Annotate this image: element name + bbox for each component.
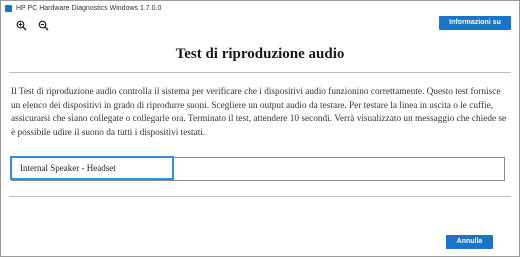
info-button[interactable]: Informazioni su [439,16,511,30]
zoom-in-icon [16,20,26,30]
device-item-internal-speaker-headset[interactable]: Internal Speaker - Headset [10,156,174,180]
page-title: Test di riproduzione audio [175,46,345,62]
bottom-divider [9,196,511,197]
zoom-in-button[interactable] [14,18,28,32]
device-list: Internal Speaker - Headset [10,156,505,181]
app-logo-icon [5,5,12,12]
zoom-out-icon [38,20,48,30]
title-bar: HP PC Hardware Diagnostics Windows 1.7.0… [1,1,518,16]
zoom-out-button[interactable] [36,18,50,32]
cancel-button[interactable]: Annulla [446,235,493,249]
test-description: Il Test di riproduzione audio controlla … [11,87,507,138]
window-title: HP PC Hardware Diagnostics Windows 1.7.0… [16,5,162,12]
top-divider [9,72,511,73]
